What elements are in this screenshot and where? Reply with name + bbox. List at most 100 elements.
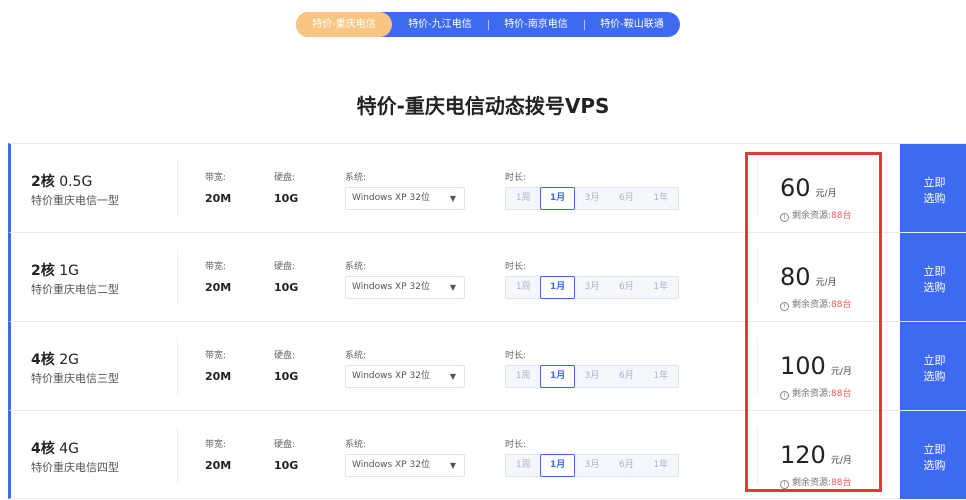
price-value: 100 — [780, 352, 826, 380]
plan-name: 特价重庆电信一型 — [31, 194, 119, 207]
plan-spec: 2核 0.5G — [31, 171, 92, 191]
tab-chongqing[interactable]: 特价-重庆电信 — [296, 12, 392, 37]
buy-now-button[interactable]: 立即 选购 — [900, 411, 966, 499]
tab-anshan[interactable]: 特价-鞍山联通 — [584, 12, 680, 37]
duration-option[interactable]: 3月 — [575, 366, 609, 387]
system-label: 系统: — [345, 351, 367, 361]
buy-label-2: 选购 — [923, 370, 946, 383]
divider — [757, 338, 758, 395]
duration-selector: 1周 1月 3月 6月 1年 — [505, 276, 679, 299]
system-select[interactable]: Windows XP 32位 ▼ — [345, 454, 465, 477]
system-label: 系统: — [345, 173, 367, 183]
plan-cores: 2核 — [31, 174, 55, 190]
price: 120 元/月 — [780, 441, 852, 469]
system-value: Windows XP 32位 — [352, 282, 430, 292]
duration-option[interactable]: 1年 — [644, 188, 678, 209]
region-tabs: 特价-重庆电信 特价-九江电信 特价-南京电信 特价-鞍山联通 — [296, 12, 680, 37]
duration-option[interactable]: 3月 — [575, 277, 609, 298]
divider — [177, 338, 178, 395]
buy-now-button[interactable]: 立即 选购 — [900, 322, 966, 410]
disk-value: 10G — [274, 192, 299, 205]
plan-row: 4核 2G 特价重庆电信三型 带宽: 20M 硬盘: 10G 系统: Windo… — [8, 321, 966, 410]
plan-row: 2核 1G 特价重庆电信二型 带宽: 20M 硬盘: 10G 系统: Windo… — [8, 232, 966, 321]
buy-label-1: 立即 — [923, 176, 946, 189]
duration-option[interactable]: 3月 — [575, 188, 609, 209]
info-icon: ! — [780, 391, 789, 400]
duration-selector: 1周 1月 3月 6月 1年 — [505, 187, 679, 210]
buy-label-1: 立即 — [923, 265, 946, 278]
disk-label: 硬盘: — [274, 351, 296, 361]
stock-count: 88 — [831, 389, 843, 399]
bandwidth-value: 20M — [205, 370, 232, 383]
stock-count: 88 — [831, 300, 843, 310]
price-unit: 元/月 — [815, 189, 837, 199]
stock-count: 88 — [831, 211, 843, 221]
duration-option[interactable]: 6月 — [609, 188, 643, 209]
duration-option[interactable]: 6月 — [609, 455, 643, 476]
tab-nanjing[interactable]: 特价-南京电信 — [488, 12, 584, 37]
divider — [177, 427, 178, 484]
bandwidth-value: 20M — [205, 192, 232, 205]
disk-value: 10G — [274, 370, 299, 383]
plan-memory: 0.5G — [54, 174, 93, 190]
system-select[interactable]: Windows XP 32位 ▼ — [345, 365, 465, 388]
duration-option[interactable]: 1年 — [644, 277, 678, 298]
duration-label: 时长: — [505, 351, 527, 361]
system-select[interactable]: Windows XP 32位 ▼ — [345, 187, 465, 210]
bandwidth-label: 带宽: — [205, 440, 227, 450]
divider — [177, 249, 178, 306]
price: 100 元/月 — [780, 352, 852, 380]
duration-option[interactable]: 1月 — [540, 365, 575, 388]
stock-info: ! 剩余资源:88台 — [780, 386, 852, 400]
info-icon: ! — [780, 213, 789, 222]
buy-label-2: 选购 — [923, 459, 946, 472]
duration-label: 时长: — [505, 440, 527, 450]
bandwidth-label: 带宽: — [205, 351, 227, 361]
buy-now-button[interactable]: 立即 选购 — [900, 144, 966, 232]
plan-cores: 4核 — [31, 352, 55, 368]
system-value: Windows XP 32位 — [352, 460, 430, 470]
price: 80 元/月 — [780, 263, 837, 291]
disk-label: 硬盘: — [274, 262, 296, 272]
chevron-down-icon: ▼ — [449, 194, 456, 203]
stock-unit: 台 — [842, 389, 852, 399]
duration-option[interactable]: 1周 — [506, 366, 540, 387]
duration-option[interactable]: 1周 — [506, 188, 540, 209]
stock-unit: 台 — [842, 478, 852, 488]
duration-option[interactable]: 1年 — [644, 455, 678, 476]
bandwidth-value: 20M — [205, 459, 232, 472]
buy-label-2: 选购 — [923, 281, 946, 294]
duration-option[interactable]: 1周 — [506, 277, 540, 298]
stock-info: ! 剩余资源:88台 — [780, 297, 852, 311]
plan-row: 2核 0.5G 特价重庆电信一型 带宽: 20M 硬盘: 10G 系统: Win… — [8, 143, 966, 232]
plan-memory: 1G — [54, 263, 79, 279]
duration-option[interactable]: 6月 — [609, 366, 643, 387]
stock-label: 剩余资源: — [792, 211, 832, 221]
plan-name: 特价重庆电信三型 — [31, 372, 119, 385]
plan-spec: 2核 1G — [31, 260, 79, 280]
duration-selector: 1周 1月 3月 6月 1年 — [505, 365, 679, 388]
duration-option[interactable]: 1周 — [506, 455, 540, 476]
chevron-down-icon: ▼ — [449, 283, 456, 292]
disk-label: 硬盘: — [274, 440, 296, 450]
buy-label-2: 选购 — [923, 192, 946, 205]
duration-option[interactable]: 3月 — [575, 455, 609, 476]
duration-option[interactable]: 6月 — [609, 277, 643, 298]
duration-option[interactable]: 1月 — [540, 276, 575, 299]
system-select[interactable]: Windows XP 32位 ▼ — [345, 276, 465, 299]
tab-jiujiang[interactable]: 特价-九江电信 — [392, 12, 488, 37]
divider — [757, 427, 758, 484]
disk-label: 硬盘: — [274, 173, 296, 183]
chevron-down-icon: ▼ — [449, 372, 456, 381]
buy-now-button[interactable]: 立即 选购 — [900, 233, 966, 321]
stock-unit: 台 — [842, 211, 852, 221]
duration-option[interactable]: 1年 — [644, 366, 678, 387]
system-label: 系统: — [345, 262, 367, 272]
duration-option[interactable]: 1月 — [540, 454, 575, 477]
chevron-down-icon: ▼ — [449, 461, 456, 470]
plan-spec: 4核 4G — [31, 438, 79, 458]
price-value: 120 — [780, 441, 826, 469]
plan-table: 2核 0.5G 特价重庆电信一型 带宽: 20M 硬盘: 10G 系统: Win… — [8, 143, 966, 499]
duration-label: 时长: — [505, 173, 527, 183]
duration-option[interactable]: 1月 — [540, 187, 575, 210]
